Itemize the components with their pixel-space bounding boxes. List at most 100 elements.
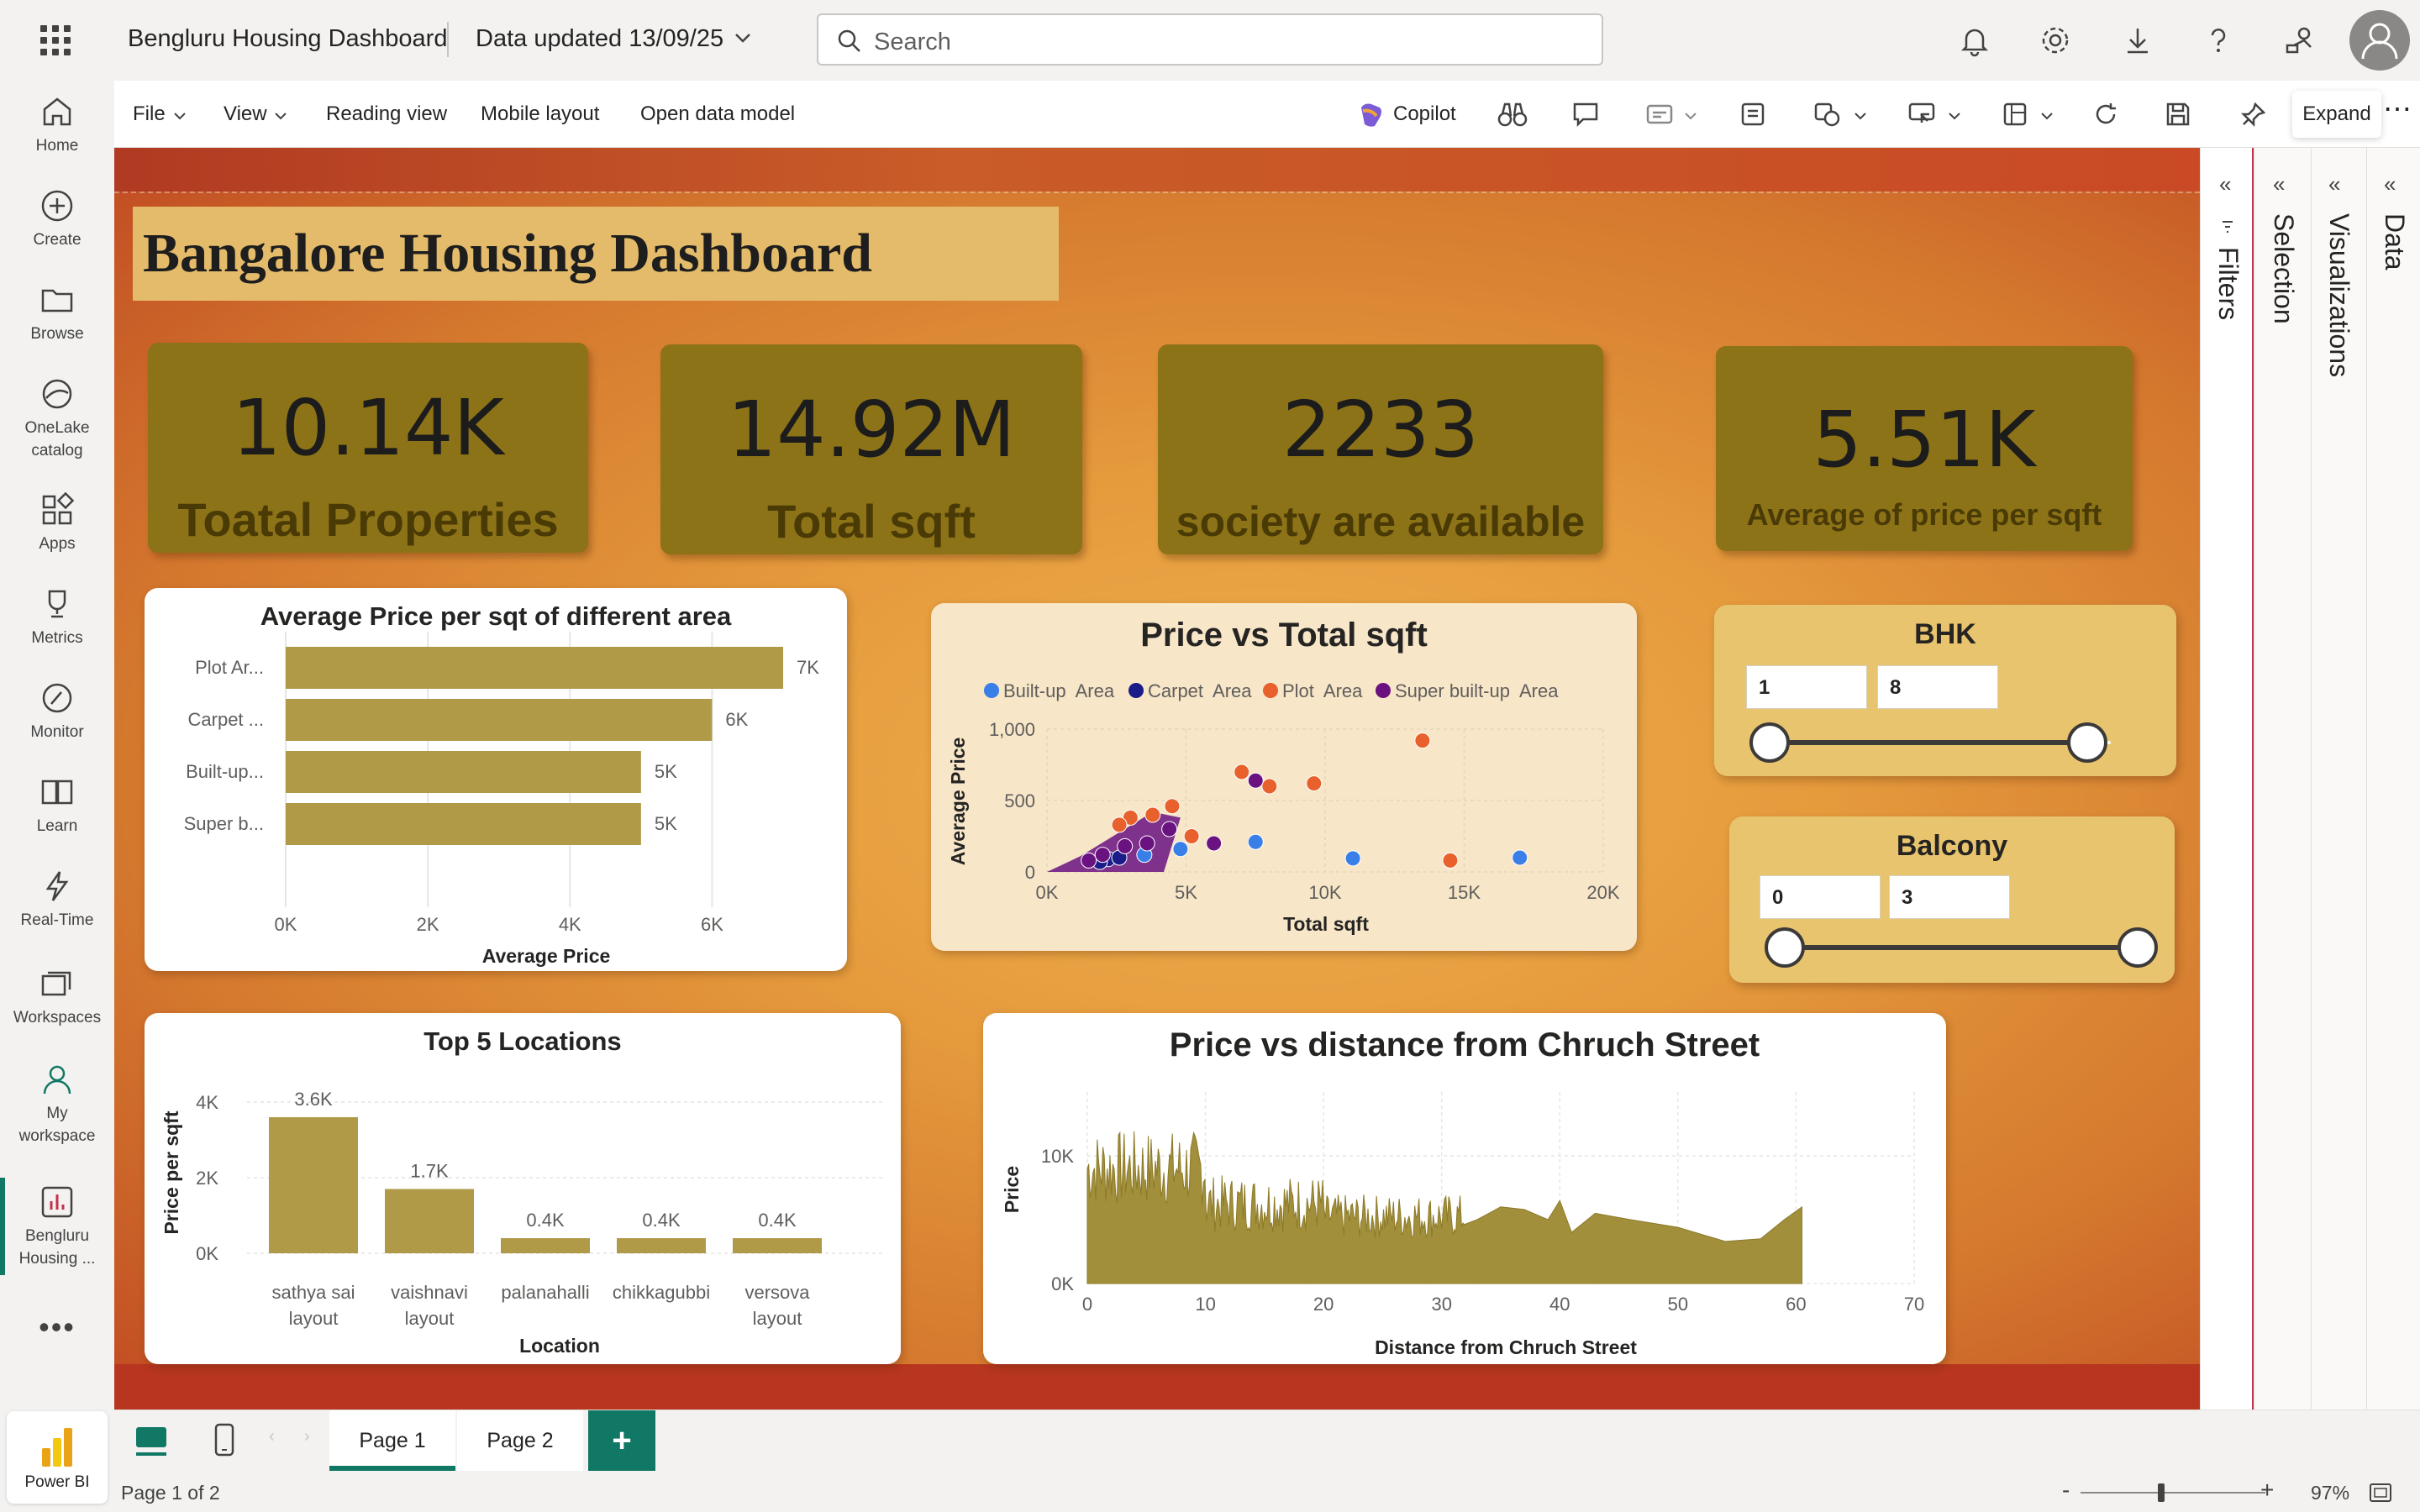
chevron-down-icon[interactable]	[2040, 111, 2054, 121]
x-tick-label: 6K	[701, 914, 723, 935]
chevron-down-icon[interactable]	[1948, 111, 1961, 121]
power-bi-switcher[interactable]: Power BI	[7, 1411, 108, 1504]
chevron-down-icon[interactable]	[1854, 111, 1867, 121]
search-input[interactable]: Search	[817, 13, 1603, 66]
next-page-icon[interactable]: ›	[304, 1427, 310, 1446]
data-pane[interactable]: « Data	[2366, 148, 2420, 1410]
range-max-handle[interactable]	[2067, 722, 2107, 763]
comment-icon[interactable]	[1571, 101, 1600, 128]
power-bi-label: Power BI	[24, 1473, 90, 1491]
collapse-chevron-icon[interactable]: «	[2328, 171, 2340, 197]
rail-item-home[interactable]: Home	[0, 94, 114, 157]
range-min-handle[interactable]	[1749, 722, 1790, 763]
legend-marker	[1376, 683, 1391, 698]
range-min-handle[interactable]	[1765, 927, 1805, 968]
range-track[interactable]	[1770, 740, 2089, 745]
top-locations-chart[interactable]: Top 5 Locations 0K 2K 4K 3.6K sathya sai layo…	[145, 1013, 901, 1364]
selection-label: Selection	[2269, 213, 2299, 324]
rail-item-workspaces[interactable]: Workspaces	[0, 966, 114, 1029]
chevron-down-icon[interactable]	[274, 111, 287, 121]
balcony-max-input[interactable]: 3	[1889, 875, 2010, 919]
pin-icon[interactable]	[2240, 101, 2267, 128]
kpi-card-total-properties[interactable]: 10.14K Toatal Properties	[148, 343, 588, 553]
data-point	[1344, 850, 1361, 867]
rail-item-my-workspace[interactable]: My workspace	[0, 1062, 114, 1147]
visualizations-pane[interactable]: « Visualizations	[2311, 148, 2366, 1410]
data-point	[1247, 772, 1264, 789]
zoom-out-button[interactable]: -	[2062, 1477, 2070, 1504]
file-menu[interactable]: File	[133, 102, 166, 126]
zoom-slider-handle[interactable]	[2158, 1483, 2165, 1502]
expand-tooltip: Expand	[2292, 91, 2381, 138]
bhk-slicer[interactable]: BHK 1 8	[1714, 605, 2176, 776]
binoculars-icon[interactable]	[1497, 101, 1528, 128]
desktop-view-icon[interactable]	[133, 1424, 170, 1457]
refresh-icon[interactable]	[2092, 101, 2119, 128]
app-launcher-icon[interactable]	[39, 24, 72, 57]
zoom-level[interactable]: 97%	[2311, 1482, 2349, 1504]
layout-icon[interactable]	[2002, 101, 2028, 128]
kpi-card-avg-price-per-sqft[interactable]: 5.51K Average of price per sqft	[1716, 346, 2133, 551]
rail-item-learn[interactable]: Learn	[0, 774, 114, 837]
tab-page-1[interactable]: Page 1	[329, 1410, 455, 1471]
copilot-button[interactable]: Copilot	[1393, 102, 1456, 126]
add-page-button[interactable]: +	[588, 1410, 655, 1471]
zoom-in-button[interactable]: +	[2260, 1477, 2274, 1504]
more-icon[interactable]: ⋯	[2383, 92, 2412, 126]
avatar[interactable]	[2349, 10, 2410, 71]
kpi-card-total-sqft[interactable]: 14.92M Total sqft	[660, 344, 1082, 554]
fit-to-page-icon[interactable]	[2368, 1482, 2393, 1504]
shapes-icon[interactable]	[1813, 101, 1842, 128]
mobile-layout-button[interactable]: Mobile layout	[481, 102, 599, 126]
mobile-view-icon[interactable]	[213, 1422, 235, 1457]
rail-item-monitor[interactable]: Monitor	[0, 680, 114, 743]
y-tick-label: 500	[1004, 790, 1035, 811]
download-icon[interactable]	[2121, 24, 2154, 57]
chevron-down-icon[interactable]	[173, 111, 187, 121]
price-vs-distance-chart[interactable]: Price vs distance from Chruch Street 0 10…	[983, 1013, 1946, 1364]
rail-item-browse[interactable]: Browse	[0, 282, 114, 345]
view-menu[interactable]: View	[224, 102, 267, 126]
chevron-down-icon[interactable]	[734, 32, 751, 44]
zoom-slider[interactable]	[2081, 1492, 2265, 1494]
previous-page-icon[interactable]: ‹	[269, 1427, 275, 1446]
legend-label: Built-up Area	[1003, 680, 1115, 701]
balcony-slicer[interactable]: Balcony 0 3	[1729, 816, 2175, 983]
reading-view-button[interactable]: Reading view	[326, 102, 447, 126]
chevron-down-icon[interactable]	[1684, 111, 1697, 121]
rail-item-create[interactable]: Create	[0, 188, 114, 251]
save-icon[interactable]	[2165, 101, 2191, 128]
price-vs-sqft-chart[interactable]: Price vs Total sqft Built-up Area Carpet …	[931, 603, 1637, 951]
rail-item-metrics[interactable]: Metrics	[0, 586, 114, 649]
rail-item-current-report[interactable]: Bengluru Housing ...	[0, 1184, 114, 1270]
bhk-min-input[interactable]: 1	[1746, 665, 1867, 709]
present-icon[interactable]	[1907, 101, 1936, 128]
filters-pane[interactable]: « Filters	[2200, 148, 2254, 1410]
selection-pane[interactable]: « Selection	[2254, 148, 2311, 1410]
report-title[interactable]: Bengluru Housing Dashboard	[128, 25, 447, 53]
data-updated-label[interactable]: Data updated 13/09/25	[476, 25, 723, 53]
copilot-icon[interactable]	[1356, 101, 1385, 129]
share-people-icon[interactable]	[2282, 24, 2316, 57]
open-data-model-button[interactable]: Open data model	[640, 102, 795, 126]
kpi-card-society-count[interactable]: 2233 society are available	[1158, 344, 1603, 554]
bhk-max-input[interactable]: 8	[1877, 665, 1998, 709]
rail-item-apps[interactable]: Apps	[0, 492, 114, 555]
range-track[interactable]	[1785, 945, 2138, 950]
collapse-chevron-icon[interactable]: «	[2384, 171, 2396, 197]
avg-price-by-area-chart[interactable]: Average Price per sqt of different area …	[145, 588, 847, 971]
notes-icon[interactable]	[1739, 101, 1766, 128]
rail-item-realtime[interactable]: Real-Time	[0, 869, 114, 932]
settings-gear-icon[interactable]	[2039, 24, 2072, 57]
notifications-bell-icon[interactable]	[1958, 24, 1991, 57]
balcony-min-input[interactable]: 0	[1760, 875, 1881, 919]
help-icon[interactable]	[2202, 24, 2235, 57]
rail-item-onelake[interactable]: OneLake catalog	[0, 376, 114, 462]
collapse-chevron-icon[interactable]: «	[2219, 171, 2231, 197]
more-options-icon[interactable]: •••	[0, 1312, 114, 1342]
range-max-handle[interactable]	[2118, 927, 2158, 968]
tab-page-2[interactable]: Page 2	[457, 1410, 583, 1471]
subscribe-icon[interactable]	[1645, 101, 1674, 128]
collapse-chevron-icon[interactable]: «	[2273, 171, 2285, 197]
slicer-title: Balcony	[1896, 830, 2008, 862]
